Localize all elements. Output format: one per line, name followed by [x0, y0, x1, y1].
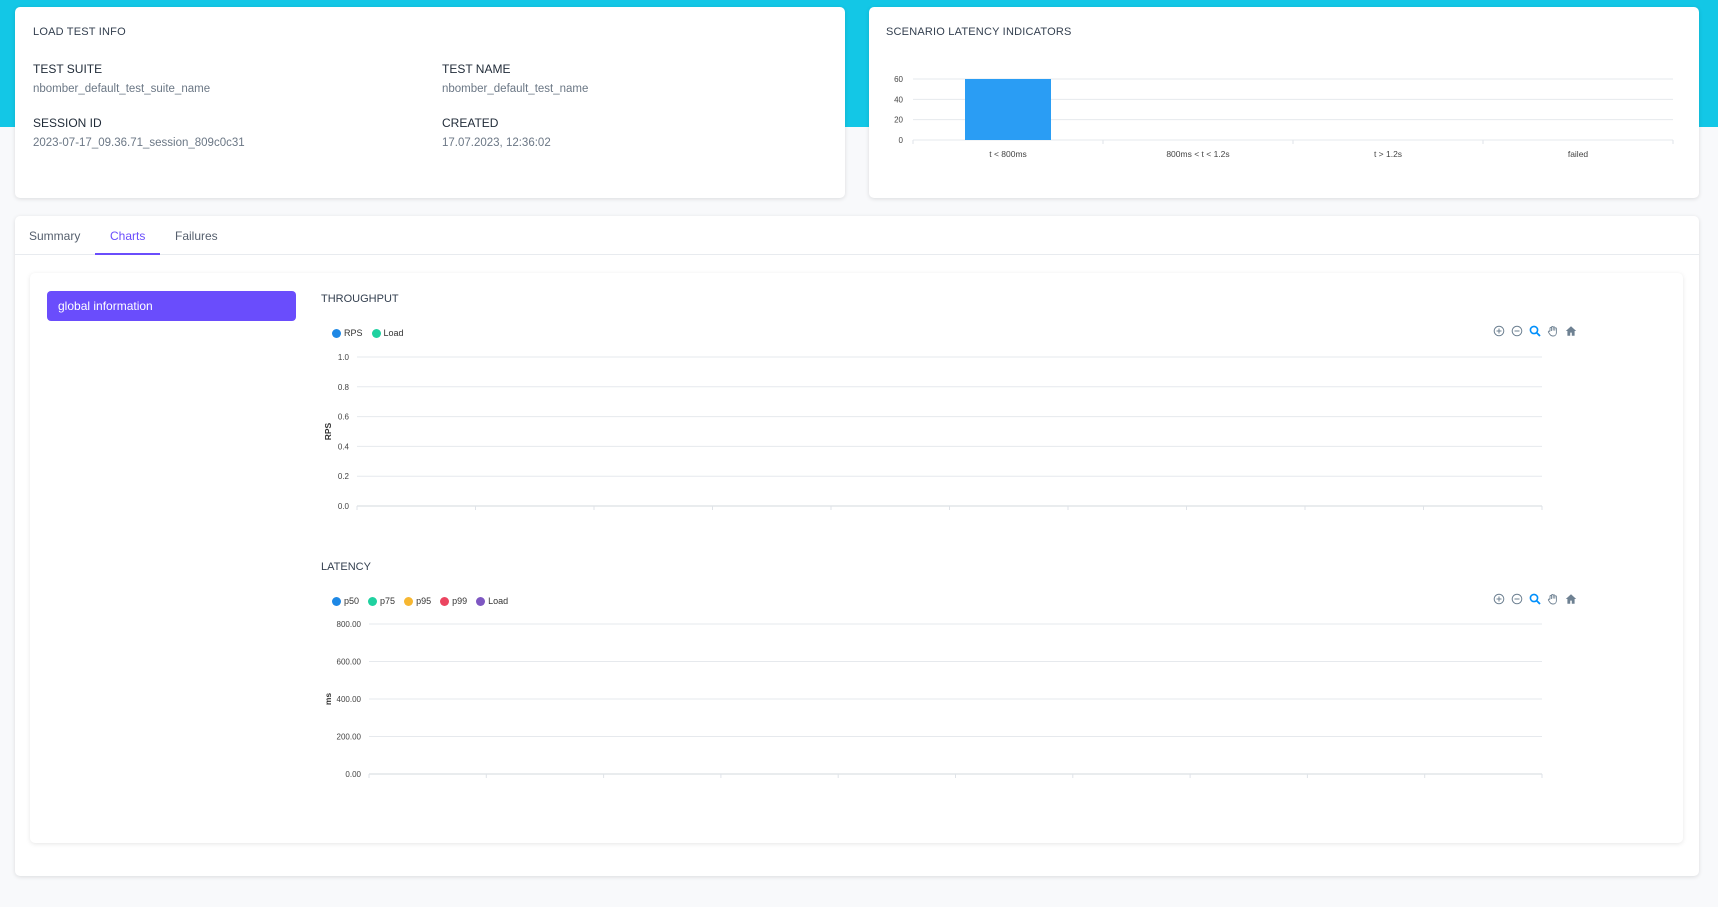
y-tick-label: 800.00 — [337, 620, 362, 629]
pan-hand-icon[interactable] — [1547, 325, 1559, 337]
legend-item-p50[interactable]: p50 — [332, 596, 359, 606]
y-tick-label: 400.00 — [337, 695, 362, 704]
legend-marker — [476, 596, 486, 606]
test-name-value: nbomber_default_test_name — [442, 83, 589, 95]
legend-label: p75 — [380, 596, 396, 606]
y-tick-label: 0.2 — [338, 472, 350, 481]
x-tick-label: t < 800ms — [989, 149, 1027, 159]
legend-item-load[interactable]: Load — [476, 596, 508, 606]
selection-zoom-icon[interactable] — [1529, 593, 1541, 605]
tab-failures[interactable]: Failures — [175, 229, 218, 243]
y-tick-label: 0.8 — [338, 383, 350, 392]
y-tick-label: 0 — [899, 136, 904, 145]
throughput-legend: RPS Load — [332, 328, 404, 338]
y-tick-label: 20 — [894, 116, 903, 125]
legend-label: p99 — [452, 596, 468, 606]
throughput-toolbar — [1493, 325, 1577, 337]
legend-item-p75[interactable]: p75 — [368, 596, 395, 606]
tab-bar: Summary Charts Failures — [15, 216, 1699, 255]
zoom-in-icon[interactable] — [1493, 325, 1505, 337]
legend-item-load[interactable]: Load — [371, 328, 404, 338]
legend-label: Load — [488, 596, 509, 606]
active-tab-indicator — [95, 253, 160, 255]
y-tick-label: 0.6 — [338, 413, 350, 422]
y-axis-label: ms — [323, 693, 333, 706]
legend-marker — [368, 596, 378, 606]
selection-zoom-icon[interactable] — [1529, 325, 1541, 337]
legend-marker — [371, 328, 381, 338]
load-test-info-card: LOAD TEST INFO TEST SUITE nbomber_defaul… — [15, 7, 845, 198]
bar — [965, 79, 1051, 140]
legend-marker — [404, 596, 414, 606]
created-label: CREATED — [442, 116, 499, 130]
home-reset-icon[interactable] — [1565, 593, 1577, 605]
y-tick-label: 40 — [894, 95, 903, 104]
y-tick-label: 60 — [894, 75, 903, 84]
zoom-in-icon[interactable] — [1493, 593, 1505, 605]
y-tick-label: 200.00 — [337, 733, 362, 742]
legend-label: p50 — [344, 596, 360, 606]
zoom-out-icon[interactable] — [1511, 325, 1523, 337]
legend-item-p99[interactable]: p99 — [440, 596, 467, 606]
y-tick-label: 600.00 — [337, 658, 362, 667]
latency-indicators-card: SCENARIO LATENCY INDICATORS 60 40 20 0 t < 8… — [869, 7, 1699, 198]
x-tick-label: failed — [1568, 149, 1589, 159]
y-tick-label: 0.00 — [345, 770, 361, 779]
zoom-out-icon[interactable] — [1511, 593, 1523, 605]
legend-marker — [440, 596, 450, 606]
throughput-chart: 1.0 0.8 0.6 0.4 0.2 0.0 RPS — [323, 353, 1543, 511]
session-id-label: SESSION ID — [33, 116, 102, 130]
y-tick-label: 0.4 — [338, 442, 350, 451]
tab-charts[interactable]: Charts — [110, 229, 145, 243]
x-tick-label: 800ms < t < 1.2s — [1166, 149, 1229, 159]
test-suite-value: nbomber_default_test_suite_name — [33, 83, 211, 95]
legend-label: Load — [383, 328, 404, 338]
legend-marker — [332, 596, 341, 606]
y-axis-label: RPS — [323, 422, 333, 440]
latency-indicators-chart: 60 40 20 0 t < 800ms 800ms < t < 1.2s t > 1.2s… — [894, 75, 1674, 159]
latency-chart: 800.00 600.00 400.00 200.00 0.00 ms — [323, 620, 1543, 779]
tab-summary[interactable]: Summary — [29, 229, 80, 243]
charts-panel: global information THROUGHPUT RPS Load 1… — [30, 273, 1683, 843]
sidebar-item-global-information[interactable]: global information — [47, 291, 296, 321]
pan-hand-icon[interactable] — [1547, 593, 1559, 605]
y-tick-label: 1.0 — [338, 353, 350, 362]
y-tick-label: 0.0 — [338, 502, 350, 511]
legend-marker — [332, 328, 341, 338]
created-value: 17.07.2023, 12:36:02 — [442, 137, 551, 149]
test-name-label: TEST NAME — [442, 62, 511, 76]
test-suite-label: TEST SUITE — [33, 62, 103, 76]
latency-legend: p50 p75 p95 p99 Load — [332, 596, 508, 606]
x-tick-label: t > 1.2s — [1374, 149, 1402, 159]
tabs-card: Summary Charts Failures global informati… — [15, 216, 1699, 876]
legend-label: p95 — [416, 596, 432, 606]
legend-item-p95[interactable]: p95 — [404, 596, 431, 606]
throughput-title: THROUGHPUT — [321, 293, 399, 305]
latency-toolbar — [1493, 593, 1577, 605]
latency-title: LATENCY — [321, 561, 371, 573]
legend-label: RPS — [344, 328, 363, 338]
home-reset-icon[interactable] — [1565, 325, 1577, 337]
session-id-value: 2023-07-17_09.36.71_session_809c0c31 — [33, 137, 245, 149]
load-test-info-title: LOAD TEST INFO — [33, 26, 126, 38]
legend-item-rps[interactable]: RPS — [332, 328, 363, 338]
